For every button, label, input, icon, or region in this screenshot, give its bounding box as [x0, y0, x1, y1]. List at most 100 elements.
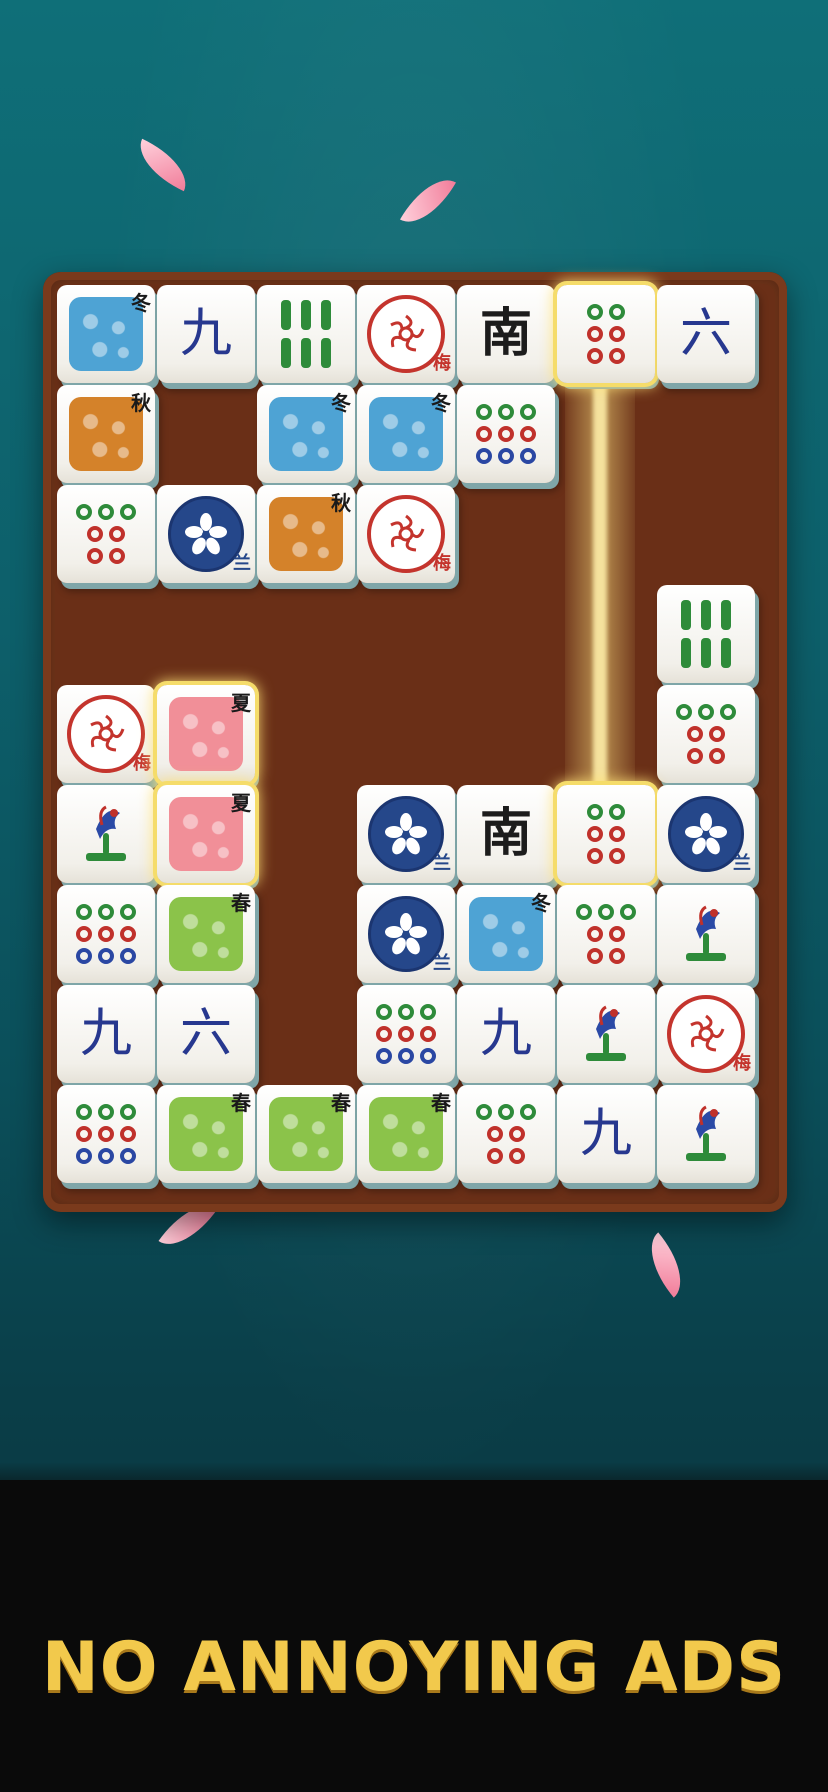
season-label: 秋: [131, 391, 151, 415]
dot-icon: [398, 1048, 414, 1064]
plum-flower-icon: 梅: [67, 695, 151, 774]
mahjong-tile[interactable]: [557, 285, 655, 383]
dot-icon: [398, 1026, 414, 1042]
dots-icon: [676, 704, 736, 764]
mahjong-tile[interactable]: 南: [457, 785, 555, 883]
mahjong-tile[interactable]: 冬: [57, 285, 155, 383]
mahjong-tile[interactable]: 梅: [57, 685, 155, 783]
dot-icon: [498, 426, 514, 442]
mahjong-tile[interactable]: [57, 785, 155, 883]
dot-icon: [376, 1026, 392, 1042]
dot-icon: [587, 926, 603, 942]
orchid-flower-icon: 兰: [668, 796, 751, 874]
season-label: 春: [331, 1091, 351, 1115]
dot-icon: [520, 1104, 536, 1120]
mahjong-tile[interactable]: [557, 885, 655, 983]
dot-icon: [120, 1148, 136, 1164]
mahjong-tile[interactable]: 兰: [657, 785, 755, 883]
dot-icon: [587, 948, 603, 964]
mahjong-tile[interactable]: 春: [157, 1085, 255, 1183]
mahjong-tile[interactable]: [557, 985, 655, 1083]
dot-icon: [587, 848, 603, 864]
mahjong-tile[interactable]: [257, 285, 355, 383]
season-label: 秋: [331, 491, 351, 515]
bamboo-stick: [681, 600, 691, 630]
dots-icon: [76, 904, 136, 964]
match-path-line: [593, 385, 607, 790]
petal-decoration: [635, 1232, 697, 1298]
flower-label: 梅: [433, 353, 451, 374]
mahjong-tile[interactable]: 夏: [157, 685, 255, 783]
mahjong-tile[interactable]: [57, 1085, 155, 1183]
season-spring-icon: 春: [169, 891, 251, 971]
mahjong-tile[interactable]: 冬: [257, 385, 355, 483]
dot-icon: [98, 1126, 114, 1142]
dot-icon: [709, 748, 725, 764]
mahjong-tile[interactable]: 冬: [357, 385, 455, 483]
mahjong-tile[interactable]: 六: [157, 985, 255, 1083]
mahjong-tile[interactable]: 梅: [357, 485, 455, 583]
mahjong-tile[interactable]: 春: [157, 885, 255, 983]
mahjong-tile[interactable]: 九: [57, 985, 155, 1083]
dot-icon: [109, 548, 125, 564]
season-summer-icon: 夏: [169, 791, 251, 871]
dot-icon: [120, 1126, 136, 1142]
dot-icon: [609, 804, 625, 820]
mahjong-tile[interactable]: [457, 1085, 555, 1183]
season-summer-icon: 夏: [169, 691, 251, 771]
dot-icon: [576, 904, 592, 920]
dot-icon: [76, 1126, 92, 1142]
season-label: 春: [431, 1091, 451, 1115]
mahjong-tile[interactable]: 春: [257, 1085, 355, 1183]
mahjong-tile[interactable]: 兰: [357, 785, 455, 883]
dots-icon: [587, 804, 625, 864]
mahjong-tile[interactable]: 夏: [157, 785, 255, 883]
bamboo-stick: [721, 638, 731, 668]
mahjong-tile[interactable]: 秋: [57, 385, 155, 483]
mahjong-tile[interactable]: [657, 885, 755, 983]
season-spring-icon: 春: [269, 1091, 351, 1171]
dot-icon: [420, 1026, 436, 1042]
dot-icon: [98, 1148, 114, 1164]
bamboo-stick: [321, 300, 331, 330]
mahjong-tile[interactable]: 九: [557, 1085, 655, 1183]
dot-icon: [609, 348, 625, 364]
mahjong-tile[interactable]: 冬: [457, 885, 555, 983]
dot-icon: [87, 526, 103, 542]
mahjong-tile[interactable]: [557, 785, 655, 883]
mahjong-tile[interactable]: 九: [157, 285, 255, 383]
mahjong-tile[interactable]: 梅: [357, 285, 455, 383]
character-glyph: 九: [579, 1104, 632, 1164]
orchid-flower-icon: 兰: [168, 496, 251, 574]
mahjong-tile[interactable]: 南: [457, 285, 555, 383]
mahjong-tile[interactable]: [57, 885, 155, 983]
mahjong-tile[interactable]: [657, 685, 755, 783]
dot-icon: [498, 448, 514, 464]
mahjong-tile[interactable]: 春: [357, 1085, 455, 1183]
dot-icon: [587, 348, 603, 364]
mahjong-tile[interactable]: 兰: [157, 485, 255, 583]
mahjong-tile[interactable]: 兰: [357, 885, 455, 983]
flower-label: 兰: [233, 553, 251, 574]
wind-glyph: 南: [479, 804, 532, 864]
mahjong-tile[interactable]: [457, 385, 555, 483]
dot-icon: [120, 504, 136, 520]
dot-icon: [609, 826, 625, 842]
dots-icon: [476, 404, 536, 464]
dot-icon: [76, 926, 92, 942]
mahjong-tile[interactable]: 梅: [657, 985, 755, 1083]
mahjong-tile[interactable]: [657, 1085, 755, 1183]
dot-icon: [120, 948, 136, 964]
dot-icon: [398, 1004, 414, 1020]
dot-icon: [698, 704, 714, 720]
season-autumn-icon: 秋: [69, 391, 151, 471]
bamboo-icon: [681, 600, 731, 668]
dot-icon: [598, 904, 614, 920]
mahjong-tile[interactable]: 六: [657, 285, 755, 383]
dot-icon: [76, 1148, 92, 1164]
mahjong-tile[interactable]: [657, 585, 755, 683]
mahjong-tile[interactable]: 秋: [257, 485, 355, 583]
mahjong-tile[interactable]: [57, 485, 155, 583]
mahjong-tile[interactable]: [357, 985, 455, 1083]
mahjong-tile[interactable]: 九: [457, 985, 555, 1083]
